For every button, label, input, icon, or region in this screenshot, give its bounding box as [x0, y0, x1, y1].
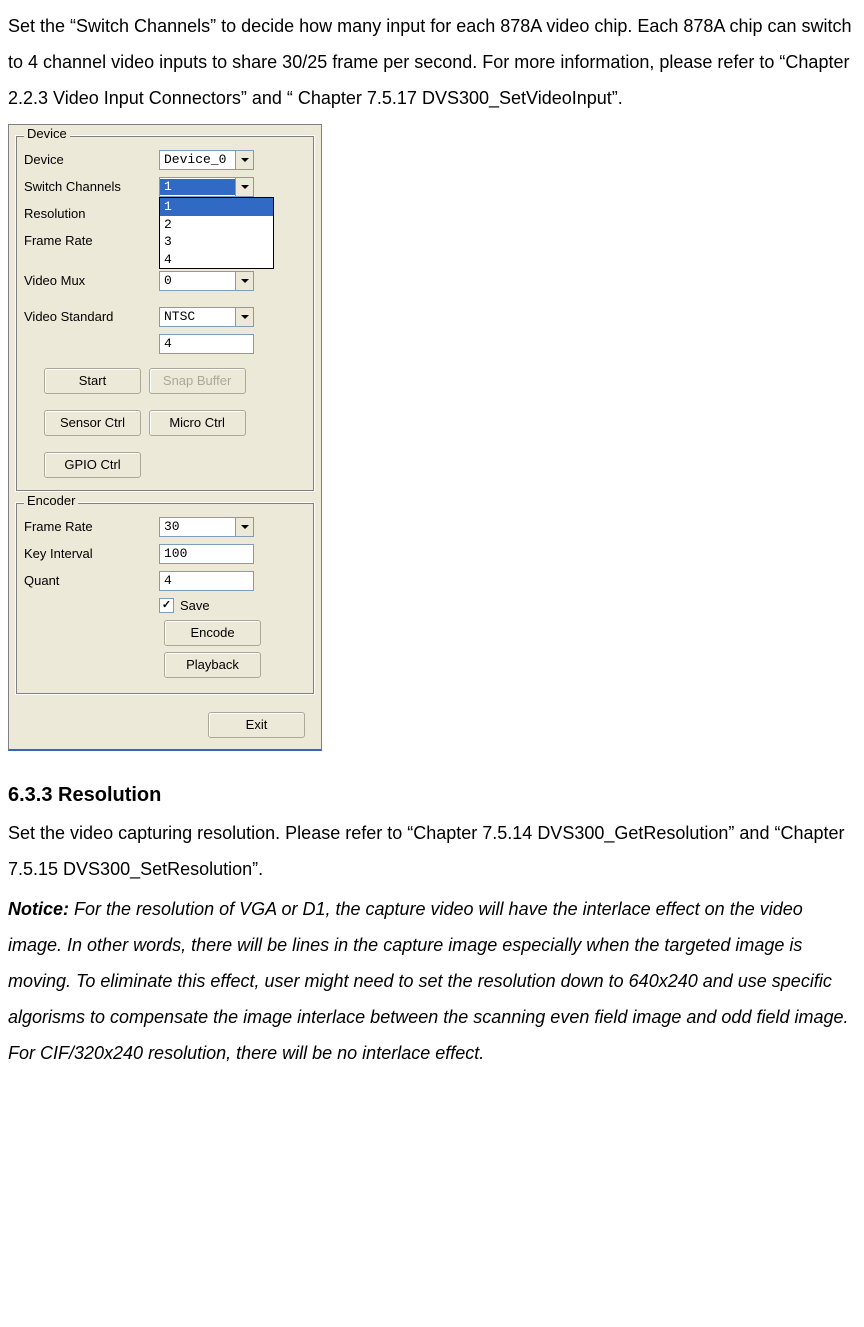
encoder-group-title: Encoder [24, 493, 78, 509]
start-button[interactable]: Start [44, 368, 141, 394]
encode-button[interactable]: Encode [164, 620, 261, 646]
video-mux-label: Video Mux [24, 273, 159, 289]
key-interval-label: Key Interval [24, 546, 159, 562]
snap-buffer-button[interactable]: Snap Buffer [149, 368, 246, 394]
switch-channels-dropdown[interactable]: 1 2 3 4 [159, 197, 274, 269]
encoder-frame-rate-value: 30 [160, 519, 235, 535]
switch-channels-label: Switch Channels [24, 179, 159, 195]
quant-label: Quant [24, 573, 159, 589]
dropdown-option[interactable]: 2 [160, 216, 273, 234]
device-combo-value: Device_0 [160, 152, 235, 168]
video-mux-combo[interactable]: 0 [159, 271, 254, 291]
dropdown-option[interactable]: 3 [160, 233, 273, 251]
device-group: Device Device Device_0 Switch Channels 1… [15, 135, 315, 492]
notice-paragraph: Notice: For the resolution of VGA or D1,… [8, 891, 856, 1071]
chevron-down-icon[interactable] [235, 151, 253, 169]
playback-button[interactable]: Playback [164, 652, 261, 678]
video-standard-label: Video Standard [24, 309, 159, 325]
section-body: Set the video capturing resolution. Plea… [8, 815, 856, 887]
notice-label: Notice: [8, 899, 69, 919]
encoder-frame-rate-label: Frame Rate [24, 519, 159, 535]
encoder-frame-rate-combo[interactable]: 30 [159, 517, 254, 537]
key-interval-textbox[interactable]: 100 [159, 544, 254, 564]
chevron-down-icon[interactable] [235, 272, 253, 290]
device-group-title: Device [24, 126, 70, 142]
device-combo[interactable]: Device_0 [159, 150, 254, 170]
encoder-group: Encoder Frame Rate 30 Key Interval 100 Q… [15, 502, 315, 695]
notice-body: For the resolution of VGA or D1, the cap… [8, 899, 849, 1063]
dialog-screenshot: Device Device Device_0 Switch Channels 1… [8, 124, 322, 751]
intro-paragraph: Set the “Switch Channels” to decide how … [8, 8, 856, 116]
frame-rate-label: Frame Rate [24, 233, 159, 249]
extra-textbox[interactable]: 4 [159, 334, 254, 354]
save-checkbox[interactable]: ✓ [159, 598, 174, 613]
video-mux-value: 0 [160, 273, 235, 289]
dropdown-option[interactable]: 4 [160, 251, 273, 269]
switch-channels-combo[interactable]: 1 1 2 3 4 [159, 177, 254, 197]
quant-textbox[interactable]: 4 [159, 571, 254, 591]
micro-ctrl-button[interactable]: Micro Ctrl [149, 410, 246, 436]
section-heading: 6.3.3 Resolution [8, 775, 856, 815]
chevron-down-icon[interactable] [235, 308, 253, 326]
save-label: Save [180, 598, 210, 614]
resolution-label: Resolution [24, 206, 159, 222]
device-label: Device [24, 152, 159, 168]
gpio-ctrl-button[interactable]: GPIO Ctrl [44, 452, 141, 478]
chevron-down-icon[interactable] [235, 178, 253, 196]
chevron-down-icon[interactable] [235, 518, 253, 536]
dropdown-option[interactable]: 1 [160, 198, 273, 216]
switch-channels-value: 1 [160, 179, 235, 195]
exit-button[interactable]: Exit [208, 712, 305, 738]
video-standard-value: NTSC [160, 309, 235, 325]
video-standard-combo[interactable]: NTSC [159, 307, 254, 327]
sensor-ctrl-button[interactable]: Sensor Ctrl [44, 410, 141, 436]
